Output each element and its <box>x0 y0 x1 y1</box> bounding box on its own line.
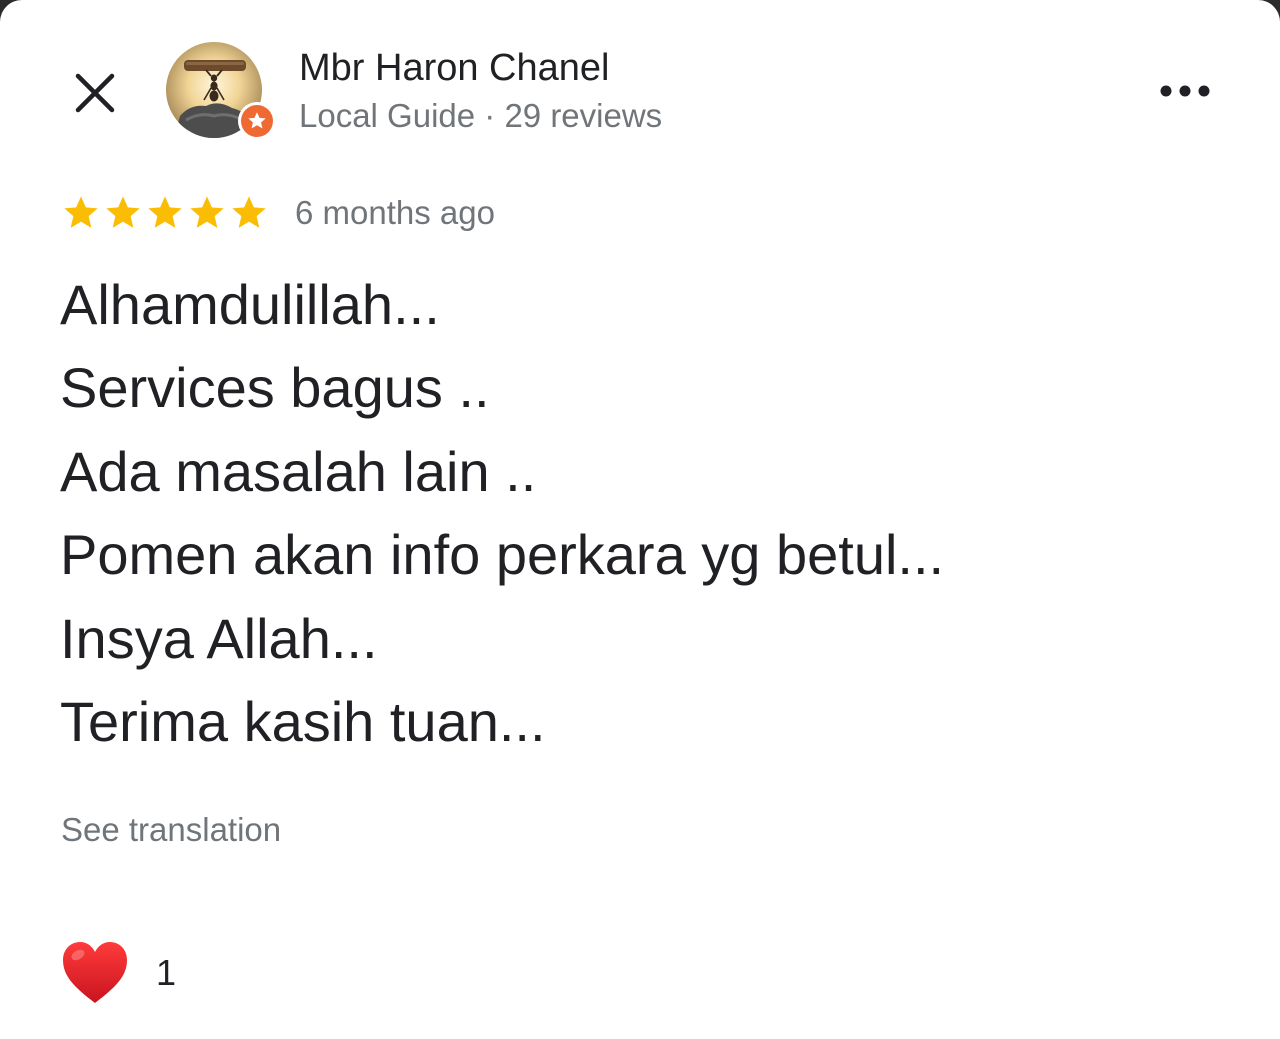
more-horizontal-icon <box>1160 85 1210 97</box>
review-line: Services bagus .. <box>60 356 490 420</box>
star-icon <box>232 196 266 228</box>
author-avatar-group[interactable] <box>166 42 278 142</box>
close-icon <box>75 73 115 113</box>
star-icon <box>148 196 182 228</box>
reaction-count: 1 <box>156 952 177 993</box>
heart-icon <box>63 942 127 1003</box>
rating-row: 6 months ago <box>61 190 495 236</box>
local-guide-star-icon <box>248 112 266 129</box>
local-guide-badge <box>238 102 276 140</box>
author-meta: Local Guide · 29 reviews <box>299 97 663 134</box>
more-options-button[interactable] <box>1152 66 1218 116</box>
review-date: 6 months ago <box>295 194 495 231</box>
star-icon <box>64 196 98 228</box>
review-text: Alhamdulillah... Services bagus .. Ada m… <box>60 263 944 763</box>
see-translation-link[interactable]: See translation <box>61 808 281 852</box>
star-icon <box>106 196 140 228</box>
author-name[interactable]: Mbr Haron Chanel <box>299 46 609 90</box>
star-rating <box>61 193 269 233</box>
review-line: Ada masalah lain .. <box>60 439 537 503</box>
review-card: Mbr Haron Chanel Local Guide · 29 review… <box>0 0 1280 1039</box>
review-line: Pomen akan info perkara yg betul... <box>60 523 945 587</box>
review-line: Alhamdulillah... <box>60 273 440 336</box>
review-line: Terima kasih tuan... <box>60 690 546 754</box>
heart-reaction-button[interactable]: 1 <box>60 936 176 1010</box>
review-line: Insya Allah... <box>60 606 378 670</box>
star-icon <box>190 196 224 228</box>
close-button[interactable] <box>66 64 124 122</box>
